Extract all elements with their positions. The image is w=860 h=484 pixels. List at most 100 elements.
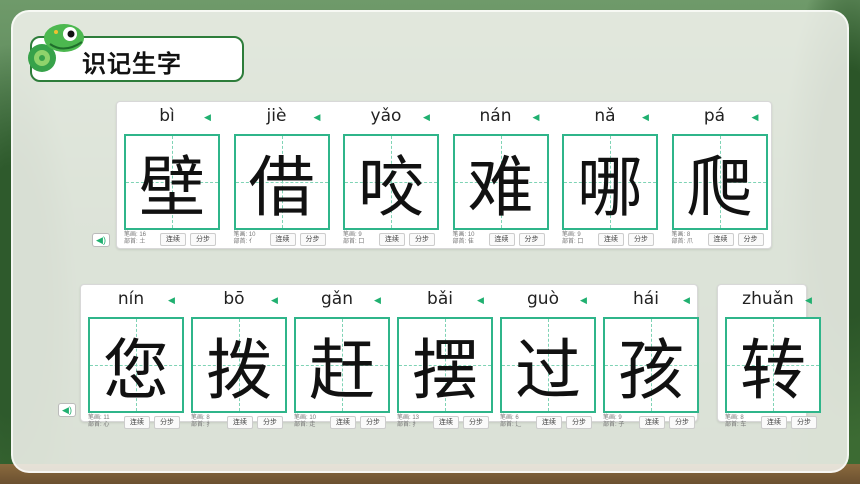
character-card: nín ◀ 您笔画: 11 部首: 心连续 分步 bbox=[82, 287, 186, 429]
stroke-count: 笔画: 10 bbox=[233, 232, 256, 238]
tian-zi-ge-grid: 哪 bbox=[562, 134, 658, 230]
step-play-button[interactable]: 分步 bbox=[463, 416, 489, 429]
stroke-count: 笔画: 8 bbox=[671, 232, 691, 238]
speaker-icon[interactable]: ◀ bbox=[168, 296, 177, 305]
pinyin-label: hái bbox=[633, 289, 659, 309]
tian-zi-ge-grid: 转 bbox=[725, 317, 821, 413]
stroke-info: 笔画: 10 部首: 走 bbox=[294, 415, 334, 429]
speaker-icon[interactable]: ◀ bbox=[642, 113, 651, 122]
radical: 部首: 口 bbox=[562, 239, 584, 245]
pinyin-label: guò bbox=[527, 289, 559, 309]
stroke-count: 笔画: 11 bbox=[88, 415, 110, 421]
speaker-icon[interactable]: ◀ bbox=[533, 113, 542, 122]
radical: 部首: 扌 bbox=[397, 422, 419, 428]
character-card: bǎi ◀ 摆笔画: 13 部首: 扌连续 分步 bbox=[391, 287, 495, 429]
stroke-count: 笔画: 8 bbox=[191, 415, 210, 421]
speaker-icon[interactable]: ◀ bbox=[580, 296, 589, 305]
radical: 部首: 扌 bbox=[191, 422, 213, 428]
step-play-button[interactable]: 分步 bbox=[566, 416, 592, 429]
step-play-button[interactable]: 分步 bbox=[299, 233, 326, 246]
speaker-icon[interactable]: ◀ bbox=[683, 296, 692, 305]
continuous-play-button[interactable]: 连续 bbox=[160, 233, 186, 246]
character-card: guò ◀ 过笔画: 6 部首: 辶连续 分步 bbox=[494, 287, 598, 429]
tian-zi-ge-grid: 拨 bbox=[191, 317, 287, 413]
continuous-play-button[interactable]: 连续 bbox=[536, 416, 562, 429]
stroke-info: 笔画: 9 部首: 口 bbox=[343, 232, 383, 246]
continuous-play-button[interactable]: 连续 bbox=[488, 233, 515, 246]
tian-zi-ge-grid: 过 bbox=[500, 317, 596, 413]
step-play-button[interactable]: 分步 bbox=[190, 233, 216, 246]
tian-zi-ge-grid: 孩 bbox=[603, 317, 699, 413]
speaker-icon[interactable]: ◀ bbox=[477, 296, 486, 305]
hanzi-character: 您 bbox=[103, 332, 169, 409]
speaker-icon[interactable]: ◀ bbox=[204, 113, 213, 122]
tian-zi-ge-grid: 咬 bbox=[343, 134, 439, 230]
speaker-icon[interactable]: ◀ bbox=[374, 296, 383, 305]
continuous-play-button[interactable]: 连续 bbox=[707, 233, 734, 246]
hanzi-character: 借 bbox=[248, 149, 315, 226]
stroke-count: 笔画: 10 bbox=[294, 415, 317, 421]
step-play-button[interactable]: 分步 bbox=[628, 233, 654, 246]
tian-zi-ge-grid: 您 bbox=[88, 317, 184, 413]
character-card: yǎo ◀ 咬笔画: 9 部首: 口连续 分步 bbox=[337, 104, 441, 246]
hanzi-character: 赶 bbox=[309, 332, 375, 409]
pinyin-label: gǎn bbox=[321, 289, 353, 309]
radical: 部首: 亻 bbox=[233, 239, 255, 245]
stroke-count: 笔画: 9 bbox=[562, 232, 581, 238]
speaker-icon[interactable]: ◀ bbox=[805, 296, 814, 305]
continuous-play-button[interactable]: 连续 bbox=[330, 416, 356, 429]
tian-zi-ge-grid: 赶 bbox=[294, 317, 390, 413]
radical: 部首: 走 bbox=[294, 422, 316, 428]
pinyin-label: zhuǎn bbox=[742, 289, 794, 309]
character-card: bō ◀ 拨笔画: 8 部首: 扌连续 分步 bbox=[185, 287, 289, 429]
page-title: 识记生字 bbox=[82, 50, 182, 78]
step-play-button[interactable]: 分步 bbox=[737, 233, 764, 246]
hanzi-character: 难 bbox=[467, 149, 534, 226]
step-play-button[interactable]: 分步 bbox=[257, 416, 283, 429]
hanzi-character: 哪 bbox=[577, 149, 643, 226]
step-play-button[interactable]: 分步 bbox=[154, 416, 180, 429]
stroke-info: 笔画: 10 部首: 隹 bbox=[453, 232, 493, 246]
continuous-play-button[interactable]: 连续 bbox=[639, 416, 665, 429]
radical: 部首: 子 bbox=[603, 422, 625, 428]
continuous-play-button[interactable]: 连续 bbox=[761, 416, 787, 429]
stroke-count: 笔画: 13 bbox=[397, 415, 420, 421]
tian-zi-ge-grid: 难 bbox=[452, 134, 549, 230]
step-play-button[interactable]: 分步 bbox=[409, 233, 435, 246]
step-play-button[interactable]: 分步 bbox=[518, 233, 545, 246]
hanzi-character: 孩 bbox=[618, 332, 684, 409]
continuous-play-button[interactable]: 连续 bbox=[379, 233, 405, 246]
continuous-play-button[interactable]: 连续 bbox=[227, 416, 253, 429]
speaker-icon[interactable]: ◀ bbox=[314, 113, 323, 122]
stroke-info: 笔画: 9 部首: 口 bbox=[562, 232, 602, 246]
row2-play-all-speaker-icon[interactable]: ◀) bbox=[58, 403, 76, 417]
speaker-icon[interactable]: ◀ bbox=[271, 296, 280, 305]
hanzi-character: 转 bbox=[740, 332, 806, 409]
hanzi-character: 咬 bbox=[358, 149, 424, 226]
continuous-play-button[interactable]: 连续 bbox=[598, 233, 624, 246]
stroke-count: 笔画: 9 bbox=[343, 232, 362, 238]
row1-play-all-speaker-icon[interactable]: ◀) bbox=[92, 233, 110, 247]
stroke-count: 笔画: 6 bbox=[500, 415, 519, 421]
pinyin-label: jiè bbox=[266, 106, 287, 126]
hanzi-character: 过 bbox=[515, 332, 581, 409]
continuous-play-button[interactable]: 连续 bbox=[433, 416, 459, 429]
character-card: bì ◀ 壁笔画: 16 部首: 土连续 分步 bbox=[118, 104, 222, 246]
continuous-play-button[interactable]: 连续 bbox=[124, 416, 150, 429]
stroke-count: 笔画: 9 bbox=[603, 415, 622, 421]
radical: 部首: 土 bbox=[124, 239, 146, 245]
stroke-info: 笔画: 6 部首: 辶 bbox=[500, 415, 540, 429]
pinyin-label: pá bbox=[703, 106, 726, 126]
stroke-info: 笔画: 8 部首: 扌 bbox=[191, 415, 231, 429]
step-play-button[interactable]: 分步 bbox=[791, 416, 817, 429]
step-play-button[interactable]: 分步 bbox=[360, 416, 386, 429]
radical: 部首: 爪 bbox=[671, 239, 693, 245]
hanzi-character: 摆 bbox=[412, 332, 478, 409]
step-play-button[interactable]: 分步 bbox=[669, 416, 695, 429]
speaker-icon[interactable]: ◀ bbox=[423, 113, 432, 122]
continuous-play-button[interactable]: 连续 bbox=[269, 233, 296, 246]
character-card: nán ◀ 难笔画: 10 部首: 隹连续 分步 bbox=[447, 104, 551, 246]
radical: 部首: 口 bbox=[343, 239, 365, 245]
speaker-icon[interactable]: ◀ bbox=[752, 113, 761, 122]
pinyin-label: bō bbox=[223, 289, 245, 309]
